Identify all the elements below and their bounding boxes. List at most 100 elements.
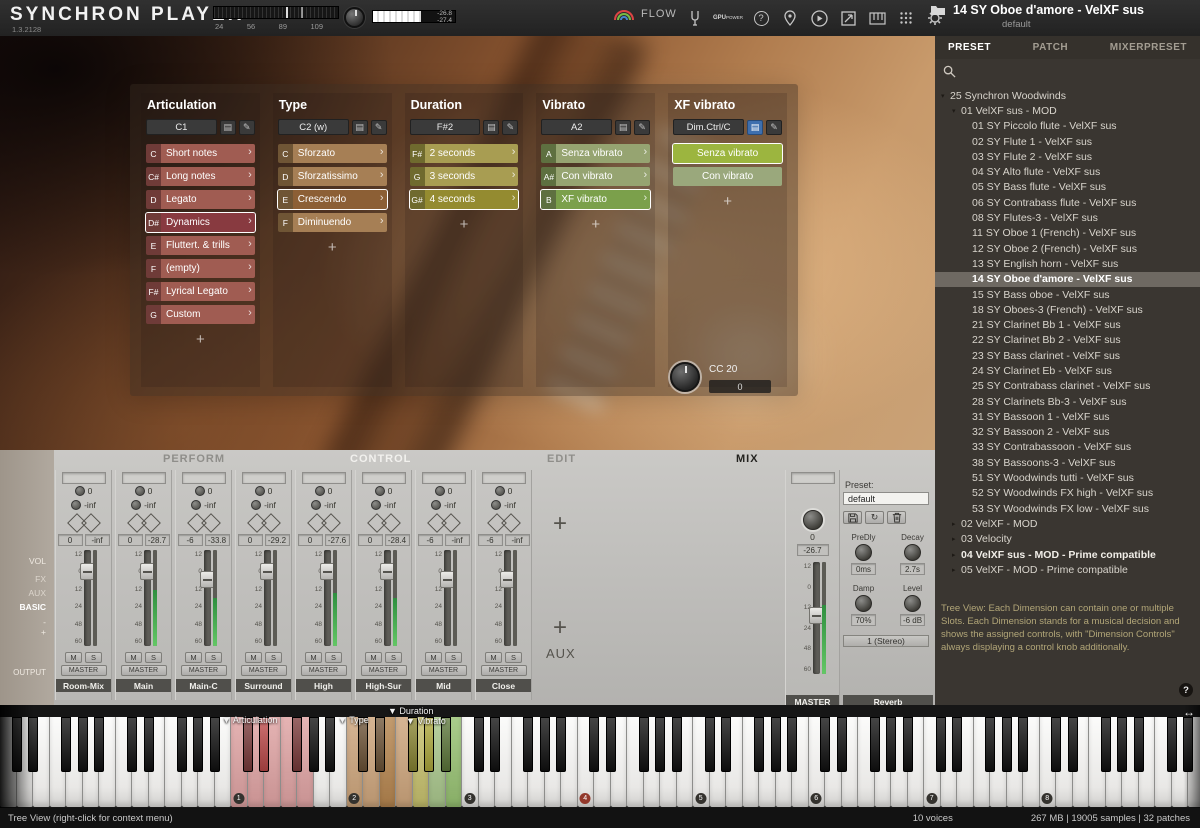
slot-dynamics[interactable]: D#Dynamics› <box>146 213 255 232</box>
output-routing-button[interactable]: MASTER <box>61 665 107 676</box>
reverb-channel-mode[interactable]: 1 (Stereo) <box>843 635 929 647</box>
black-key-As3[interactable] <box>556 717 566 772</box>
black-key-As4[interactable] <box>672 717 682 772</box>
output-routing-button[interactable]: MASTER <box>241 665 287 676</box>
fader-slot[interactable] <box>84 550 91 646</box>
black-key-Cs7[interactable] <box>936 717 946 772</box>
master-pan-knob[interactable] <box>803 510 823 530</box>
channel-name[interactable]: Room-Mix <box>56 679 111 692</box>
black-key-Cs1[interactable] <box>243 717 253 772</box>
tree-item-05-sy-bass-flute-velxf-sus[interactable]: 05 SY Bass flute - VelXF sus <box>935 180 1200 195</box>
tab-edit[interactable]: EDIT <box>547 453 576 465</box>
tree-item-18-sy-oboes-3-french-velxf-sus[interactable]: 18 SY Oboes-3 (French) - VelXF sus <box>935 302 1200 317</box>
black-key-Gs-1[interactable] <box>78 717 88 772</box>
output-routing-button[interactable]: MASTER <box>481 665 527 676</box>
pan-knob[interactable] <box>435 486 445 496</box>
output-routing-button[interactable]: MASTER <box>361 665 407 676</box>
black-key-Fs-1[interactable] <box>61 717 71 772</box>
tree-item-01-velxf-sus-mod[interactable]: ▾01 VelXF sus - MOD <box>935 103 1200 118</box>
expander-closed-icon[interactable]: ▸ <box>952 520 961 528</box>
save-icon[interactable] <box>843 511 862 524</box>
pan-knob[interactable] <box>315 486 325 496</box>
expander-open-icon[interactable]: ▾ <box>941 92 950 100</box>
refresh-icon[interactable]: ↻ <box>865 511 884 524</box>
basic-label[interactable]: BASIC <box>20 602 46 612</box>
black-key-Fs6[interactable] <box>870 717 880 772</box>
edit-pencil-icon[interactable]: ✎ <box>239 120 255 135</box>
slot-con-vibrato[interactable]: A#Con vibrato› <box>541 167 650 186</box>
black-key-As7[interactable] <box>1018 717 1028 772</box>
slot-senza-vibrato[interactable]: ASenza vibrato› <box>541 144 650 163</box>
tree-item-02-sy-flute-1-velxf-sus[interactable]: 02 SY Flute 1 - VelXF sus <box>935 134 1200 149</box>
tree-item-53-sy-woodwinds-fx-low-velxf-sus[interactable]: 53 SY Woodwinds FX low - VelXF sus <box>935 501 1200 516</box>
mute-button[interactable]: M <box>425 652 442 663</box>
tree-item-04-sy-alto-flute-velxf-sus[interactable]: 04 SY Alto flute - VelXF sus <box>935 164 1200 179</box>
tree-item-52-sy-woodwinds-fx-high-velxf-sus[interactable]: 52 SY Woodwinds FX high - VelXF sus <box>935 486 1200 501</box>
xfade-icon[interactable] <box>487 513 521 532</box>
tab-preset[interactable]: PRESET <box>948 42 991 53</box>
slot-long-notes[interactable]: C#Long notes› <box>146 167 255 186</box>
tree-item-51-sy-woodwinds-tutti-velxf-sus[interactable]: 51 SY Woodwinds tutti - VelXF sus <box>935 470 1200 485</box>
solo-button[interactable]: S <box>265 652 282 663</box>
slot-short-notes[interactable]: CShort notes› <box>146 144 255 163</box>
mute-button[interactable]: M <box>485 652 502 663</box>
fader-slot[interactable] <box>204 550 211 646</box>
tree-item-14-sy-oboe-d-amore-velxf-sus[interactable]: 14 SY Oboe d'amore - VelXF sus <box>935 272 1200 287</box>
tab-mix[interactable]: MIX <box>736 453 759 465</box>
output-routing-button[interactable]: MASTER <box>121 665 167 676</box>
solo-button[interactable]: S <box>85 652 102 663</box>
knob[interactable] <box>904 595 921 612</box>
tree-item-25-synchron-woodwinds[interactable]: ▾25 Synchron Woodwinds <box>935 88 1200 103</box>
add-channel-button[interactable]: + <box>553 510 567 538</box>
slot-fluttert-trills[interactable]: EFluttert. & trills› <box>146 236 255 255</box>
tree-item-32-sy-bassoon-2-velxf-sus[interactable]: 32 SY Bassoon 2 - VelXF sus <box>935 425 1200 440</box>
tree-item-38-sy-bassoons-3-velxf-sus[interactable]: 38 SY Bassoons-3 - VelXF sus <box>935 455 1200 470</box>
tab-perform[interactable]: PERFORM <box>163 453 225 465</box>
fader-slot[interactable] <box>504 550 511 646</box>
black-key-Cs9[interactable] <box>1167 717 1177 772</box>
mute-button[interactable]: M <box>185 652 202 663</box>
fader-slot[interactable] <box>144 550 151 646</box>
output-routing-button[interactable]: MASTER <box>301 665 347 676</box>
channel-name[interactable]: Close <box>476 679 531 692</box>
channel-name[interactable]: Main <box>116 679 171 692</box>
send-knob[interactable] <box>251 500 261 510</box>
mute-button[interactable]: M <box>365 652 382 663</box>
tree-item-13-sy-english-horn-velxf-sus[interactable]: 13 SY English horn - VelXF sus <box>935 256 1200 271</box>
edit-pencil-icon[interactable]: ✎ <box>634 120 650 135</box>
tree-item-08-sy-flutes-3-velxf-sus[interactable]: 08 SY Flutes-3 - VelXF sus <box>935 210 1200 225</box>
tree-item-11-sy-oboe-1-french-velxf-sus[interactable]: 11 SY Oboe 1 (French) - VelXF sus <box>935 226 1200 241</box>
expand-button[interactable]: + <box>41 627 46 637</box>
black-key-Gs6[interactable] <box>886 717 896 772</box>
channel-name[interactable]: High <box>296 679 351 692</box>
black-key-Ds9[interactable] <box>1183 717 1193 772</box>
tab-mixerpreset[interactable]: MIXERPRESET <box>1110 42 1187 53</box>
knob[interactable] <box>855 595 872 612</box>
master-volume-slider[interactable]: -26.8-27.4 <box>372 10 456 23</box>
slot-legato[interactable]: DLegato› <box>146 190 255 209</box>
black-key-Fs0[interactable] <box>177 717 187 772</box>
help-icon[interactable]: ? <box>752 9 770 27</box>
solo-button[interactable]: S <box>445 652 462 663</box>
pan-knob[interactable] <box>255 486 265 496</box>
xfade-icon[interactable] <box>307 513 341 532</box>
fader-slot[interactable] <box>264 550 271 646</box>
mapping-dropdown[interactable]: C1 <box>146 119 217 135</box>
solo-button[interactable]: S <box>325 652 342 663</box>
gpu-power-badge[interactable]: GPUPOWER <box>715 9 741 27</box>
mapping-dropdown[interactable]: C2 (w) <box>278 119 349 135</box>
tree-item-03-sy-flute-2-velxf-sus[interactable]: 03 SY Flute 2 - VelXF sus <box>935 149 1200 164</box>
solo-button[interactable]: S <box>145 652 162 663</box>
black-key-Ds-1[interactable] <box>28 717 38 772</box>
black-key-As-1[interactable] <box>94 717 104 772</box>
black-key-As1[interactable] <box>325 717 335 772</box>
solo-button[interactable]: S <box>505 652 522 663</box>
mapping-dropdown[interactable]: Dim.Ctrl/C <box>673 119 744 135</box>
black-key-Gs3[interactable] <box>540 717 550 772</box>
mute-button[interactable]: M <box>245 652 262 663</box>
tree-item-12-sy-oboe-2-french-velxf-sus[interactable]: 12 SY Oboe 2 (French) - VelXF sus <box>935 241 1200 256</box>
slot-sforzato[interactable]: CSforzato› <box>278 144 387 163</box>
tab-patch[interactable]: PATCH <box>1033 42 1068 53</box>
reverb-preset-dropdown[interactable]: default <box>843 492 929 505</box>
tree-item-03-velocity[interactable]: ▸03 Velocity <box>935 532 1200 547</box>
